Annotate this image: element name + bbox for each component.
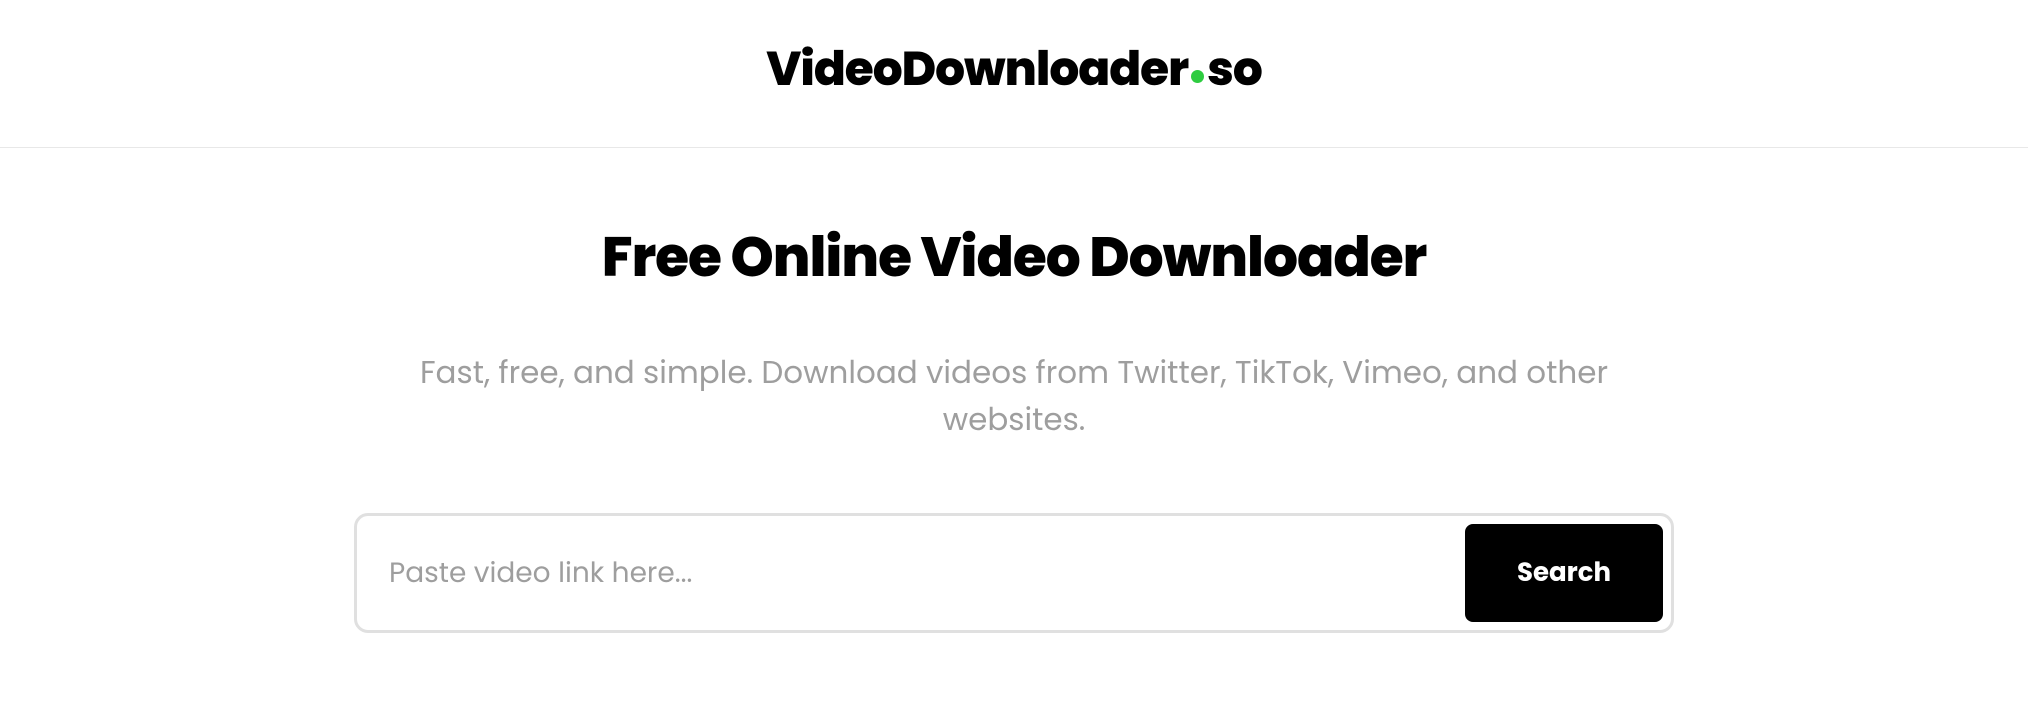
site-logo[interactable]: VideoDownloader so: [766, 35, 1262, 105]
video-link-input[interactable]: [365, 524, 1465, 622]
page-headline: Free Online Video Downloader: [354, 216, 1674, 299]
search-button[interactable]: Search: [1465, 524, 1663, 622]
logo-dot-icon: [1191, 70, 1204, 83]
main-content: Free Online Video Downloader Fast, free,…: [354, 148, 1674, 633]
logo-text-part1: VideoDownloader: [766, 37, 1188, 102]
search-form: Search: [354, 513, 1674, 633]
logo-text-part2: so: [1207, 37, 1262, 102]
header: VideoDownloader so: [0, 0, 2028, 148]
page-subheadline: Fast, free, and simple. Download videos …: [354, 349, 1674, 443]
